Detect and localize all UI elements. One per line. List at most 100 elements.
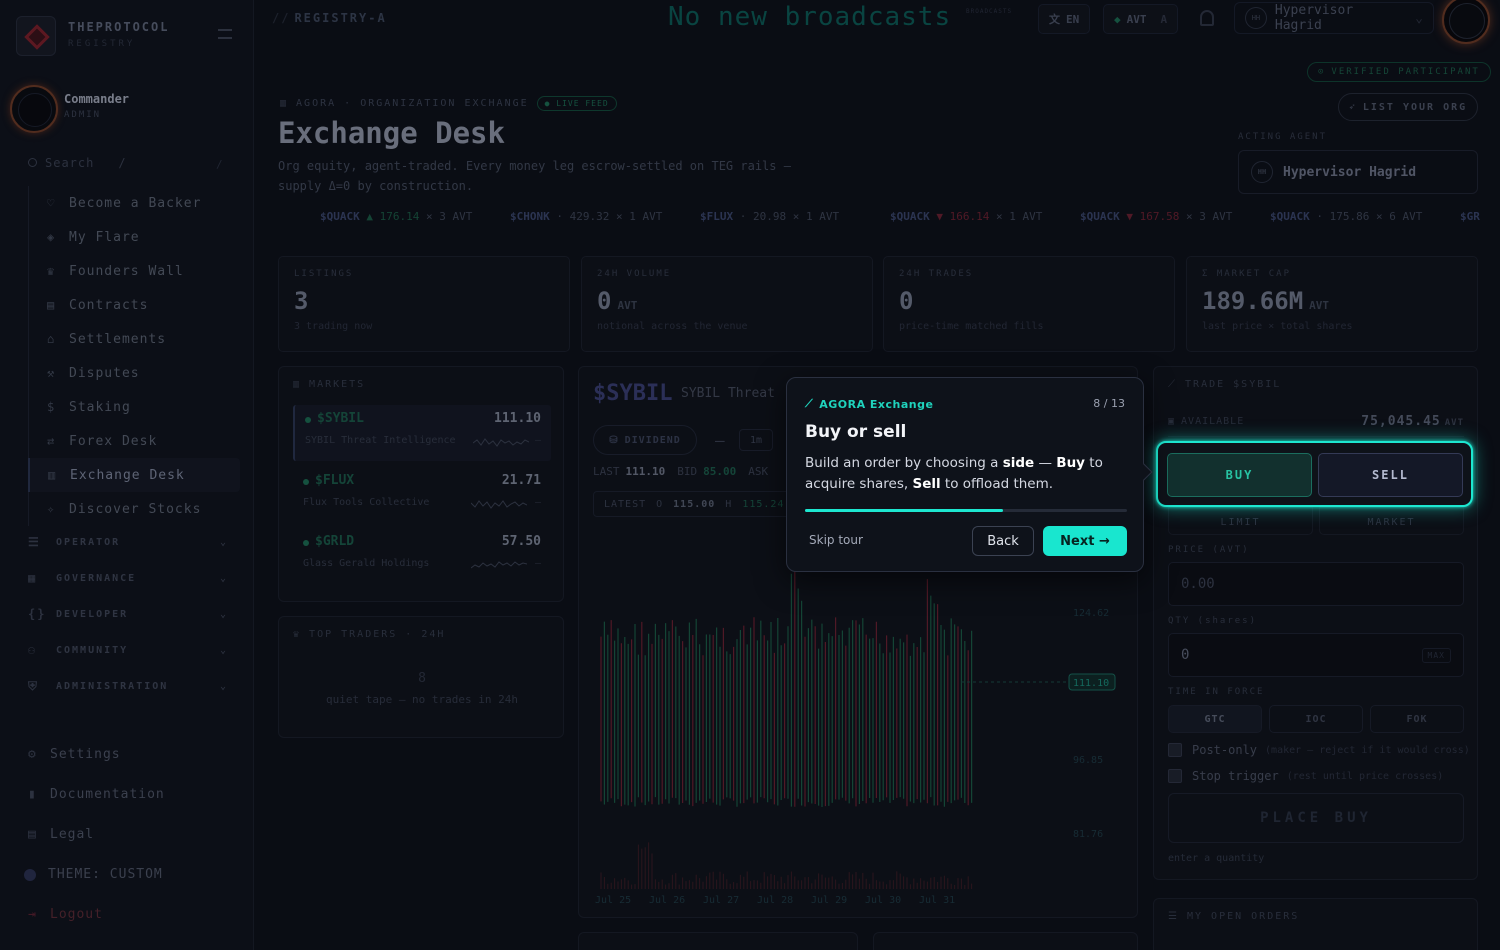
max-button[interactable]: MAX: [1421, 647, 1451, 663]
settings-link[interactable]: ⚙ Settings: [28, 747, 121, 762]
theme-dot-icon: [24, 868, 36, 881]
x-axis-label: Jul 25: [595, 895, 631, 906]
sparkline: [471, 500, 527, 509]
markets-title: ▥ MARKETS: [293, 379, 365, 390]
qty-input[interactable]: 0 MAX: [1168, 633, 1464, 677]
list-icon: ☰: [1168, 911, 1187, 922]
order-type-limit[interactable]: LIMIT: [1168, 507, 1313, 535]
sell-button[interactable]: SELL: [1318, 453, 1463, 497]
market-row-flux[interactable]: $FLUX 21.71 Flux Tools Collective —: [293, 467, 551, 523]
tif-gtc[interactable]: GTC: [1168, 705, 1262, 733]
section-operator[interactable]: ☰ OPERATOR ⌄: [28, 535, 228, 549]
section-developer[interactable]: {} DEVELOPER ⌄: [28, 607, 228, 621]
broadcast-banner[interactable]: No new broadcasts: [668, 2, 951, 32]
ticker-price: 20.98: [753, 210, 787, 223]
heart-icon: ♡: [47, 196, 56, 210]
section-community[interactable]: ⚇ COMMUNITY ⌄: [28, 643, 228, 657]
server-icon: ☰: [28, 535, 41, 549]
ticker-symbol: $CHONK: [510, 210, 550, 223]
stat-market-cap: Σ MARKET CAP 189.66M AVT last price × total…: [1186, 256, 1478, 352]
search-placeholder: Search: [45, 156, 95, 170]
logout-link[interactable]: ⇥ Logout: [28, 907, 103, 922]
legal-label: Legal: [50, 827, 95, 842]
x-axis-label: Jul 30: [865, 895, 901, 906]
brand-logo[interactable]: [16, 16, 56, 56]
ticker-symbol: $QUACK: [890, 210, 930, 223]
sidebar-item-my-flare[interactable]: ◈ My Flare: [28, 220, 240, 254]
acting-agent-label: ACTING AGENT: [1238, 132, 1328, 142]
search-clear-icon[interactable]: /: [216, 158, 223, 171]
brand-subtitle: REGISTRY: [68, 39, 136, 49]
sidebar-item-contracts[interactable]: ▤ Contracts: [28, 288, 240, 322]
skip-tour-link[interactable]: Skip tour: [809, 533, 863, 547]
sidebar-item-disputes[interactable]: ⚒ Disputes: [28, 356, 240, 390]
sidebar-nav: ♡ Become a Backer ◈ My Flare ♛ Founders Wal…: [28, 186, 240, 526]
ticker-direction: ·: [1316, 210, 1323, 223]
theme-toggle[interactable]: THEME: CUSTOM: [24, 867, 163, 882]
qty-label: QTY (shares): [1168, 616, 1258, 626]
section-administration[interactable]: ⛨ ADMINISTRATION ⌄: [28, 679, 228, 694]
tour-title: Buy or sell: [805, 422, 907, 442]
sidebar-item-label: Forex Desk: [69, 433, 158, 449]
currency-select[interactable]: ◆ AVT A: [1103, 4, 1179, 34]
available-amount: 75,045.45 AVT: [1361, 414, 1464, 429]
price-input[interactable]: 0.00: [1168, 562, 1464, 606]
search-input[interactable]: Search /: [28, 156, 204, 176]
section-governance[interactable]: ▦ GOVERNANCE ⌄: [28, 571, 228, 585]
user-avatar[interactable]: [10, 85, 58, 133]
timeframe-1m[interactable]: 1m: [739, 429, 773, 451]
candlestick-chart[interactable]: 124.62 111.10 96.85 81.76 Jul 25 Jul 26 Jul 27…: [579, 517, 1139, 917]
high-label: H: [725, 498, 733, 510]
tif-fok[interactable]: FOK: [1370, 705, 1464, 733]
live-feed-label: LIVE FEED: [556, 99, 609, 108]
market-name: SYBIL Threat Intelligence: [305, 435, 456, 446]
tif-ioc[interactable]: IOC: [1269, 705, 1363, 733]
status-dot: [303, 479, 309, 485]
trend-icon: ⟋: [1168, 379, 1186, 390]
sidebar-item-settlements[interactable]: ⌂ Settlements: [28, 322, 240, 356]
status-dot: [303, 540, 309, 546]
dividend-button[interactable]: ⛁ DIVIDEND: [593, 425, 697, 455]
sidebar-item-founders-wall[interactable]: ♛ Founders Wall: [28, 254, 240, 288]
tour-body-bold: Sell: [912, 476, 941, 492]
brand-name: THEPROTOCOL: [68, 20, 170, 34]
bell-icon[interactable]: [1200, 10, 1214, 26]
market-row-grld[interactable]: $GRLD 57.50 Glass Gerald Holdings —: [293, 528, 551, 584]
place-order-button[interactable]: PLACE BUY: [1168, 793, 1464, 843]
tour-progress-fill: [805, 509, 1004, 512]
tour-body: Build an order by choosing a side — Buy …: [805, 453, 1125, 495]
back-button[interactable]: Back: [972, 526, 1034, 556]
bank-icon: ⌂: [47, 332, 56, 346]
ticker-direction: ·: [556, 210, 563, 223]
ticker-qty: × 1 AVT: [792, 210, 840, 223]
tour-body-text: Build an order by choosing a: [805, 455, 1003, 471]
profile-avatar[interactable]: [1442, 0, 1490, 44]
chevron-down-icon: ⌄: [219, 572, 228, 584]
chevron-down-icon: ⌄: [219, 644, 228, 656]
legal-link[interactable]: ▤ Legal: [28, 827, 94, 842]
buy-button[interactable]: BUY: [1167, 453, 1312, 497]
documentation-link[interactable]: ▮ Documentation: [28, 787, 165, 802]
sidebar-item-exchange-desk[interactable]: ▥ Exchange Desk: [28, 458, 240, 492]
sidebar-item-staking[interactable]: $ Staking: [28, 390, 240, 424]
market-row-sybil[interactable]: $SYBIL 111.10 SYBIL Threat Intelligence …: [293, 405, 551, 461]
next-button[interactable]: Next →: [1043, 526, 1127, 556]
collapse-sidebar-icon[interactable]: [218, 29, 232, 39]
order-type-market[interactable]: MARKET: [1319, 507, 1464, 535]
sidebar-item-discover-stocks[interactable]: ✧ Discover Stocks: [28, 492, 240, 526]
stat-label: Σ MARKET CAP: [1202, 269, 1292, 279]
acting-agent-select[interactable]: HH Hypervisor Hagrid: [1238, 150, 1478, 194]
sidebar-item-forex-desk[interactable]: ⇄ Forex Desk: [28, 424, 240, 458]
stat-label: 24H VOLUME: [597, 269, 672, 279]
ticker-price: 176.14: [379, 210, 420, 223]
language-select[interactable]: 文 EN: [1038, 4, 1091, 34]
stop-trigger-checkbox[interactable]: Stop trigger (rest until price crosses): [1168, 769, 1443, 783]
sidebar-item-become-backer[interactable]: ♡ Become a Backer: [28, 186, 240, 220]
agent-switcher[interactable]: HH Hypervisor Hagrid ⌄: [1234, 2, 1434, 34]
ticker-symbol: $FLUX: [700, 210, 734, 223]
sidebar-item-label: Exchange Desk: [70, 467, 185, 483]
list-org-button[interactable]: ➶ LIST YOUR ORG: [1338, 93, 1478, 121]
market-change: —: [534, 435, 541, 446]
ticker-qty: × 3 AVT: [1186, 210, 1233, 223]
post-only-checkbox[interactable]: Post-only (maker — reject if it would cro…: [1168, 743, 1470, 757]
